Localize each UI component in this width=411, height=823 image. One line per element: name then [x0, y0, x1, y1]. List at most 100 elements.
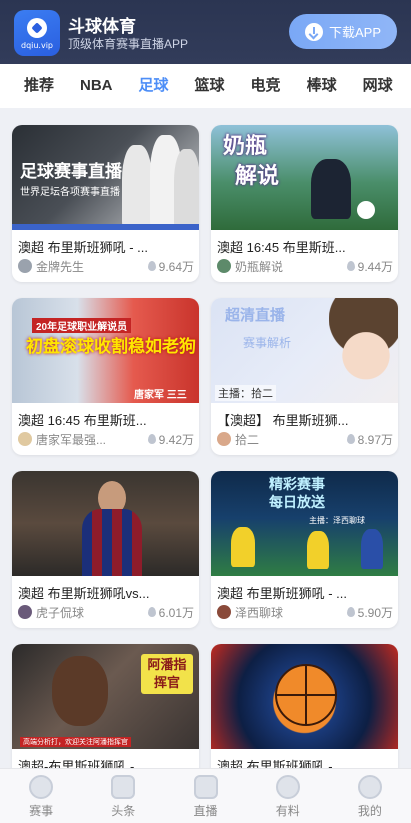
avatar — [217, 605, 231, 619]
stream-card[interactable]: 奶瓶解说 澳超 16:45 布里斯班... 奶瓶解说 9.44万 — [211, 125, 398, 282]
news-icon — [111, 775, 136, 799]
thumbnail-caption: 高端分析打，欢迎关注阿潘指挥官 — [20, 737, 131, 747]
thumbnail-badge-line: 阿潘指 — [147, 657, 187, 672]
stream-card[interactable]: 超清直播 赛事解析 主播：拾二 【澳超】 布里斯班狮... 拾二 8.97万 — [211, 298, 398, 455]
person-head — [52, 656, 108, 726]
view-count: 9.64万 — [147, 258, 194, 275]
football-icon — [357, 201, 375, 219]
nav-item-headlines[interactable]: 头条 — [82, 769, 164, 823]
thumbnail-subcaption: 初盘滚球收割稳如老狗 — [26, 337, 196, 356]
card-meta: 金牌先生 9.64万 — [18, 258, 194, 274]
fire-icon — [147, 607, 156, 617]
player-figure — [174, 149, 199, 230]
card-meta: 拾二 8.97万 — [217, 431, 393, 447]
thumbnail-subcaption: 世界足坛各项赛事直播 — [20, 187, 120, 198]
fire-icon — [147, 261, 156, 271]
nav-label: 有料 — [275, 804, 300, 818]
tab-nba[interactable]: NBA — [67, 64, 126, 108]
download-icon — [304, 22, 323, 41]
tab-baseball[interactable]: 棒球 — [294, 64, 350, 108]
nav-label: 头条 — [111, 804, 136, 818]
stream-thumbnail: 精彩赛事每日放送 主播：泽西聊球 — [211, 471, 398, 576]
download-label: 下载APP — [328, 25, 381, 40]
fire-icon — [346, 434, 355, 444]
card-title: 澳超 布里斯班狮吼vs... — [18, 586, 150, 601]
card-meta: 泽西聊球 5.90万 — [217, 604, 393, 620]
thumbnail-caption-line: 解说 — [235, 163, 280, 188]
download-app-button[interactable]: 下载APP — [289, 14, 397, 49]
trophy-icon — [29, 775, 54, 799]
card-title: 澳超-布里斯班狮吼 - ... — [18, 759, 149, 768]
fire-icon — [147, 434, 156, 444]
nav-label: 直播 — [193, 804, 218, 818]
stream-grid: 足球赛事直播 世界足坛各项赛事直播 澳超 布里斯班狮吼 - ... 金牌先生 9… — [0, 108, 411, 768]
user-icon — [357, 775, 382, 799]
thumbnail-host: 主播：泽西聊球 — [309, 516, 365, 525]
player-figure — [311, 159, 351, 219]
basketball-icon — [275, 664, 337, 726]
nav-item-insights[interactable]: 有料 — [247, 769, 329, 823]
author-name: 泽西聊球 — [235, 605, 284, 620]
view-count-text: 9.42万 — [158, 432, 194, 447]
player-figure — [307, 531, 329, 569]
nav-item-events[interactable]: 赛事 — [0, 769, 82, 823]
card-meta: 奶瓶解说 9.44万 — [217, 258, 393, 274]
view-count: 8.97万 — [346, 431, 393, 448]
avatar — [217, 259, 231, 273]
avatar — [18, 605, 32, 619]
bulb-icon — [275, 775, 300, 799]
tv-icon — [193, 775, 218, 799]
view-count-text: 8.97万 — [357, 432, 393, 447]
player-shirt — [82, 509, 142, 576]
app-logo: dqiu.vip — [14, 10, 60, 56]
author-name: 金牌先生 — [36, 259, 85, 274]
tab-other[interactable]: 其他 — [406, 64, 411, 108]
thumbnail-subcaption: 赛事解析 — [243, 336, 292, 350]
app-header: dqiu.vip 斗球体育 顶级体育赛事直播APP 下载APP — [0, 0, 411, 64]
nav-item-profile[interactable]: 我的 — [329, 769, 411, 823]
card-meta: 唐家军最强... 9.42万 — [18, 431, 194, 447]
view-count-text: 6.01万 — [158, 605, 194, 620]
thumbnail-host: 主播：拾二 — [215, 385, 276, 401]
card-title: 澳超 布里斯班狮吼 - ... — [18, 240, 149, 255]
tab-recommend[interactable]: 推荐 — [0, 64, 67, 108]
tab-esports[interactable]: 电竞 — [238, 64, 294, 108]
thumbnail-caption-line: 奶瓶 — [223, 133, 268, 158]
fire-icon — [346, 607, 355, 617]
tab-football[interactable]: 足球 — [126, 64, 182, 108]
stream-card[interactable]: 足球赛事直播 世界足坛各项赛事直播 澳超 布里斯班狮吼 - ... 金牌先生 9… — [12, 125, 199, 282]
stream-thumbnail — [211, 644, 398, 749]
stream-card[interactable]: 阿潘指挥官 高端分析打，欢迎关注阿潘指挥官 澳超-布里斯班狮吼 - ... — [12, 644, 199, 768]
card-meta: 虎子侃球 6.01万 — [18, 604, 194, 620]
fire-icon — [346, 261, 355, 271]
nav-item-live[interactable]: 直播 — [164, 769, 246, 823]
stream-thumbnail: 足球赛事直播 世界足坛各项赛事直播 — [12, 125, 199, 230]
stream-thumbnail — [12, 471, 199, 576]
author-name: 虎子侃球 — [36, 605, 85, 620]
player-figure — [361, 529, 383, 569]
thumbnail-caption-line: 每日放送 — [269, 494, 325, 510]
stream-card[interactable]: 澳超 布里斯班狮吼 - ... — [211, 644, 398, 768]
card-title: 澳超 布里斯班狮吼 - ... — [217, 759, 348, 768]
stream-card[interactable]: 澳超 布里斯班狮吼vs... 虎子侃球 6.01万 — [12, 471, 199, 628]
card-title: 澳超 布里斯班狮吼 - ... — [217, 586, 348, 601]
view-count: 5.90万 — [346, 604, 393, 621]
stream-thumbnail: 超清直播 赛事解析 主播：拾二 — [211, 298, 398, 403]
thumbnail-badge-line: 挥官 — [153, 675, 180, 690]
thumbnail-caption-line: 精彩赛事 — [269, 476, 325, 492]
logo-ball-icon — [27, 18, 47, 38]
view-count-text: 9.64万 — [158, 259, 194, 274]
avatar — [18, 259, 32, 273]
thumbnail-caption: 20年足球职业解说员 — [32, 318, 132, 333]
stream-card[interactable]: 精彩赛事每日放送 主播：泽西聊球 澳超 布里斯班狮吼 - ... 泽西聊球 5.… — [211, 471, 398, 628]
tab-basketball[interactable]: 篮球 — [182, 64, 238, 108]
card-title: 澳超 16:45 布里斯班... — [217, 240, 346, 255]
stream-thumbnail: 奶瓶解说 — [211, 125, 398, 230]
nav-label: 我的 — [357, 804, 382, 818]
tab-tennis[interactable]: 网球 — [350, 64, 406, 108]
author-name: 拾二 — [235, 432, 260, 447]
player-figure — [122, 145, 152, 230]
stream-card[interactable]: 20年足球职业解说员 初盘滚球收割稳如老狗 唐家军 三三 澳超 16:45 布里… — [12, 298, 199, 455]
stream-thumbnail: 阿潘指挥官 高端分析打，欢迎关注阿潘指挥官 — [12, 644, 199, 749]
bottom-nav: 赛事 头条 直播 有料 我的 — [0, 768, 411, 823]
